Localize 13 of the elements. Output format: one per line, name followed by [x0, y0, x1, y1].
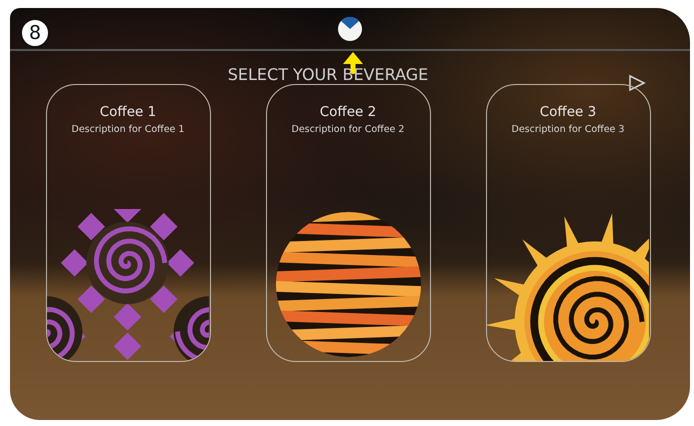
- logo-icon: [337, 16, 363, 42]
- callout-number: 8: [20, 18, 50, 48]
- beverage-description: Description for Coffee 2: [292, 124, 404, 135]
- beverage-title: Coffee 1: [100, 104, 156, 120]
- beverage-description: Description for Coffee 1: [72, 124, 184, 135]
- beverage-title: Coffee 2: [320, 104, 376, 120]
- beverage-card[interactable]: Coffee 2 Description for Coffee 2: [266, 84, 430, 362]
- beverage-card[interactable]: Coffee 1 Description for Coffee 1: [46, 84, 210, 362]
- next-button[interactable]: [628, 74, 646, 92]
- beverage-title: Coffee 3: [540, 104, 596, 120]
- beverage-description: Description for Coffee 3: [512, 124, 624, 135]
- screen-heading: SELECT YOUR BEVERAGE: [228, 65, 428, 84]
- beverage-card[interactable]: Coffee 3 Description for Coffee 3: [486, 84, 650, 362]
